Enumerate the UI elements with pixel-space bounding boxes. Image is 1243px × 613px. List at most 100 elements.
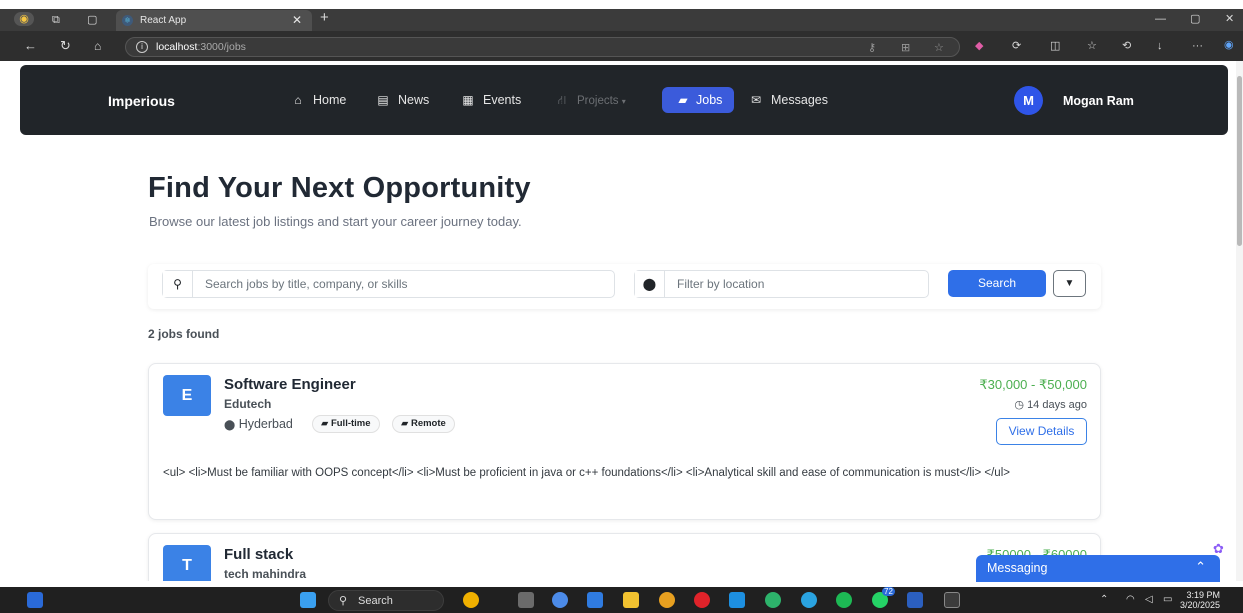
job-title[interactable]: Full stack: [224, 546, 293, 563]
newspaper-icon: ▤: [377, 93, 389, 107]
wifi-icon[interactable]: ◠: [1126, 594, 1135, 605]
keyword-search-input[interactable]: Search jobs by title, company, or skills: [205, 277, 408, 291]
user-avatar[interactable]: M: [1014, 86, 1043, 115]
system-clock[interactable]: 3:19 PM 3/20/2025: [1180, 590, 1220, 610]
user-name[interactable]: Mogan Ram: [1063, 94, 1134, 108]
nav-news[interactable]: ▤ News: [374, 87, 429, 113]
extension-icon[interactable]: ◆: [975, 39, 983, 53]
browser-toolbar: ← ↻ ⌂ i localhost:3000/jobs ⚷ ⊞ ☆ ◆ ⟳ ◫ …: [0, 31, 1243, 61]
url-text: localhost:3000/jobs: [156, 41, 246, 53]
clock-icon: ◷: [1014, 399, 1024, 411]
extensions-icon[interactable]: ⟳: [1012, 39, 1021, 53]
messaging-widget[interactable]: Messaging ⌃: [976, 555, 1220, 582]
browser-tab[interactable]: ⚛ React App ✕: [116, 10, 312, 31]
briefcase-icon: ▰: [321, 418, 329, 429]
minimize-icon[interactable]: —: [1155, 12, 1166, 26]
more-menu-icon[interactable]: ···: [1192, 39, 1203, 53]
home-browser-icon[interactable]: ⌂: [94, 39, 101, 53]
calendar-icon: ▦: [462, 93, 474, 107]
page-scrollbar[interactable]: [1236, 61, 1243, 581]
envelope-icon: ✉: [750, 93, 762, 107]
refresh-icon[interactable]: ↻: [60, 39, 71, 53]
split-screen-icon[interactable]: ◫: [1050, 39, 1060, 53]
copilot-browser-icon[interactable]: ◉: [1224, 38, 1234, 52]
page-subtitle: Browse our latest job listings and start…: [149, 214, 522, 229]
job-mode-badge: ▰ Remote: [392, 415, 455, 433]
briefcase-icon: ▰: [401, 418, 409, 429]
downloads-icon[interactable]: ↓: [1157, 39, 1163, 53]
tab-title: React App: [140, 15, 187, 26]
favorites-icon[interactable]: ☆: [1087, 39, 1097, 53]
battery-icon[interactable]: ▭: [1163, 594, 1172, 605]
new-tab-icon[interactable]: +: [320, 10, 329, 25]
word-icon[interactable]: [907, 592, 923, 608]
tab-actions-icon[interactable]: ▢: [87, 13, 97, 27]
file-explorer-icon[interactable]: [623, 592, 639, 608]
nav-events[interactable]: ▦ Events: [459, 87, 521, 113]
location-filter-field[interactable]: ⬤ Filter by location: [634, 270, 929, 298]
windows-taskbar: ⚲ Search 72 ⌃ ◠ ◁ ▭ 3:19 PM 3/20/2025: [0, 587, 1243, 613]
terminal-icon[interactable]: [944, 592, 960, 608]
nav-messages[interactable]: ✉ Messages: [747, 87, 828, 113]
nav-home[interactable]: ⌂ Home: [289, 87, 346, 113]
top-navbar: Imperious ⌂ Home ▤ News ▦ Events ⛙ Projects …: [20, 65, 1228, 135]
company-logo: T: [163, 545, 211, 581]
messaging-label: Messaging: [987, 561, 1048, 575]
view-details-button[interactable]: View Details: [996, 418, 1087, 445]
widgets-icon[interactable]: [27, 592, 43, 608]
notification-badge: 72: [882, 587, 895, 596]
history-icon[interactable]: ⟲: [1122, 39, 1131, 53]
job-card: E Software Engineer Edutech ⬤ Hyderbad ▰…: [148, 363, 1101, 520]
filter-icon: ▼: [1064, 278, 1075, 289]
read-aloud-icon[interactable]: ⊞: [901, 41, 910, 55]
job-type-badge: ▰ Full-time: [312, 415, 380, 433]
taskbar-search[interactable]: ⚲ Search: [328, 590, 444, 611]
volume-icon[interactable]: ◁: [1145, 594, 1153, 605]
chevron-down-icon: ▾: [621, 97, 626, 106]
telegram-icon[interactable]: [801, 592, 817, 608]
workspaces-icon[interactable]: ⧉: [52, 13, 60, 27]
job-company: Edutech: [224, 397, 272, 411]
search-icon: ⚲: [339, 595, 348, 607]
site-info-icon[interactable]: i: [136, 41, 148, 53]
results-count: 2 jobs found: [148, 327, 220, 341]
page-viewport: Imperious ⌂ Home ▤ News ▦ Events ⛙ Projects …: [12, 61, 1243, 581]
chrome-icon[interactable]: [659, 592, 675, 608]
opera-icon[interactable]: [694, 592, 710, 608]
vscode-icon[interactable]: [729, 592, 745, 608]
job-description: <ul> <li>Must be familiar with OOPS conc…: [163, 467, 1010, 479]
copilot-app-icon[interactable]: [552, 592, 568, 608]
start-icon[interactable]: [300, 592, 316, 608]
search-button[interactable]: Search: [948, 270, 1046, 297]
brand-logo[interactable]: Imperious: [108, 93, 175, 109]
close-tab-icon[interactable]: ✕: [292, 13, 302, 27]
company-logo: E: [163, 375, 211, 416]
edge-icon[interactable]: [765, 592, 781, 608]
task-view-icon[interactable]: [518, 592, 534, 608]
map-marker-icon: ⬤: [224, 420, 236, 431]
page-title: Find Your Next Opportunity: [148, 172, 531, 204]
address-bar[interactable]: i localhost:3000/jobs ⚷ ⊞ ☆: [125, 37, 960, 57]
job-title[interactable]: Software Engineer: [224, 376, 356, 393]
weather-icon[interactable]: [463, 592, 479, 608]
keyword-search-field[interactable]: ⚲ Search jobs by title, company, or skil…: [162, 270, 615, 298]
location-filter-input[interactable]: Filter by location: [677, 277, 764, 291]
profile-icon[interactable]: ◉: [14, 12, 34, 26]
filter-button[interactable]: ▼: [1053, 270, 1086, 297]
chevron-up-icon[interactable]: ⌃: [1195, 559, 1206, 575]
home-icon: ⌂: [294, 93, 302, 107]
close-window-icon[interactable]: ✕: [1225, 12, 1234, 26]
map-marker-icon: ⬤: [635, 271, 665, 297]
nav-projects[interactable]: ⛙ Projects ▾: [553, 87, 626, 113]
nav-jobs[interactable]: ▰ Jobs: [662, 87, 735, 113]
chevron-up-icon[interactable]: ⌃: [1100, 594, 1108, 605]
job-card: T Full stack tech mahindra ₹50000 - ₹600…: [148, 533, 1101, 581]
favorite-star-icon[interactable]: ☆: [934, 41, 944, 55]
back-icon[interactable]: ←: [24, 39, 37, 53]
store-icon[interactable]: [587, 592, 603, 608]
key-icon[interactable]: ⚷: [868, 41, 876, 55]
spotify-icon[interactable]: [836, 592, 852, 608]
search-icon: ⚲: [163, 271, 193, 297]
scrollbar-thumb[interactable]: [1237, 76, 1242, 246]
restore-icon[interactable]: ▢: [1190, 12, 1200, 26]
